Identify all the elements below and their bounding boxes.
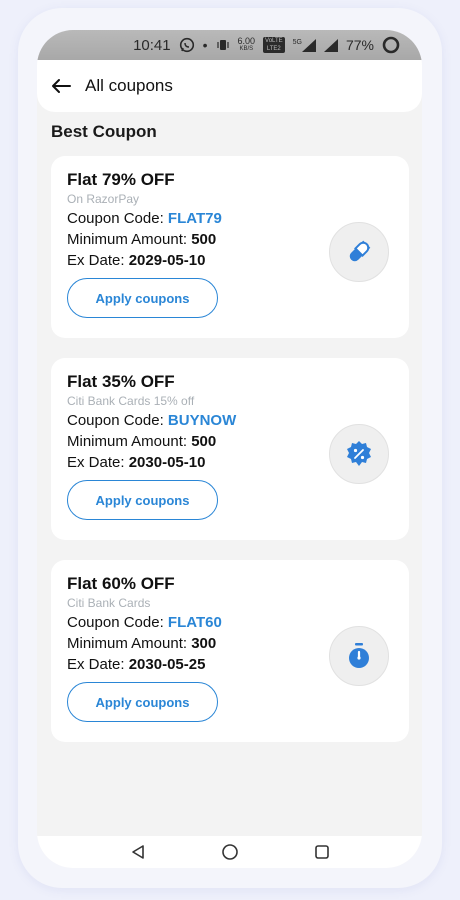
coupon-subtitle: Citi Bank Cards [67, 596, 151, 610]
coupon-title: Flat 79% OFF [67, 170, 175, 189]
min-amount-value: 300 [191, 635, 217, 652]
coupon-card: Flat 79% OFF On RazorPay Coupon Code: FL… [51, 156, 409, 338]
status-bar: 10:41 • 6.00 KB/S VoLTE LTE2 5G 77% [37, 30, 422, 60]
coupon-subtitle: Citi Bank Cards 15% off [67, 394, 195, 408]
apply-coupon-button[interactable]: Apply coupons [67, 278, 218, 318]
page-title: All coupons [85, 76, 173, 95]
battery-icon [382, 36, 400, 54]
app-screen: 10:41 • 6.00 KB/S VoLTE LTE2 5G 77% All … [37, 30, 422, 868]
speed-value: 6.00 [237, 36, 256, 46]
back-arrow-icon[interactable] [51, 75, 73, 97]
coupon-card: Flat 60% OFF Citi Bank Cards Coupon Code… [51, 560, 409, 742]
vibrate-icon [216, 38, 230, 52]
section-title: Best Coupon [51, 122, 157, 141]
coupon-code-label: Coupon Code: [67, 412, 168, 429]
min-amount-value: 500 [191, 433, 217, 450]
min-amount-label: Minimum Amount: [67, 433, 192, 450]
min-amount-value: 500 [191, 231, 217, 248]
min-amount-label: Minimum Amount: [67, 635, 192, 652]
network-speed: 6.00 KB/S [238, 37, 256, 53]
speed-unit: KB/S [239, 46, 254, 52]
battery-percent: 77% [345, 37, 374, 53]
signal-label: 5G [292, 38, 302, 46]
pill-icon [329, 222, 389, 282]
coupon-code-label: Coupon Code: [67, 614, 168, 631]
coupon-card: Flat 35% OFF Citi Bank Cards 15% off Cou… [51, 358, 409, 540]
discount-badge-icon [329, 424, 389, 484]
home-circle-icon[interactable] [219, 841, 241, 863]
expiry-date: 2029-05-10 [128, 252, 206, 269]
expiry-label: Ex Date: [67, 252, 129, 269]
system-nav-bar [37, 836, 422, 868]
apply-coupon-button[interactable]: Apply coupons [67, 480, 218, 520]
status-time: 10:41 [133, 36, 171, 54]
volte-top: VoLTE [265, 38, 283, 44]
coupon-title: Flat 60% OFF [67, 574, 175, 593]
whatsapp-icon [179, 37, 195, 53]
dot-icon: • [202, 37, 208, 53]
coupon-subtitle: On RazorPay [67, 192, 140, 206]
app-header: All coupons [37, 60, 422, 112]
expiry-date: 2030-05-25 [128, 656, 206, 673]
coupon-title: Flat 35% OFF [67, 372, 175, 391]
coupon-code-label: Coupon Code: [67, 210, 168, 227]
coupon-code: FLAT79 [167, 210, 222, 227]
signal-5g-icon: 5G [292, 38, 316, 52]
min-amount-label: Minimum Amount: [67, 231, 192, 248]
stopwatch-icon [329, 626, 389, 686]
volte-icon: VoLTE LTE2 [263, 37, 285, 53]
expiry-date: 2030-05-10 [128, 454, 206, 471]
expiry-label: Ex Date: [67, 454, 129, 471]
signal-icon [323, 38, 338, 52]
apply-coupon-button[interactable]: Apply coupons [67, 682, 218, 722]
expiry-label: Ex Date: [67, 656, 129, 673]
coupon-code: FLAT60 [167, 614, 222, 631]
coupon-code: BUYNOW [167, 412, 237, 429]
back-triangle-icon[interactable] [127, 841, 149, 863]
volte-bottom: LTE2 [266, 46, 281, 52]
recents-square-icon[interactable] [311, 841, 333, 863]
